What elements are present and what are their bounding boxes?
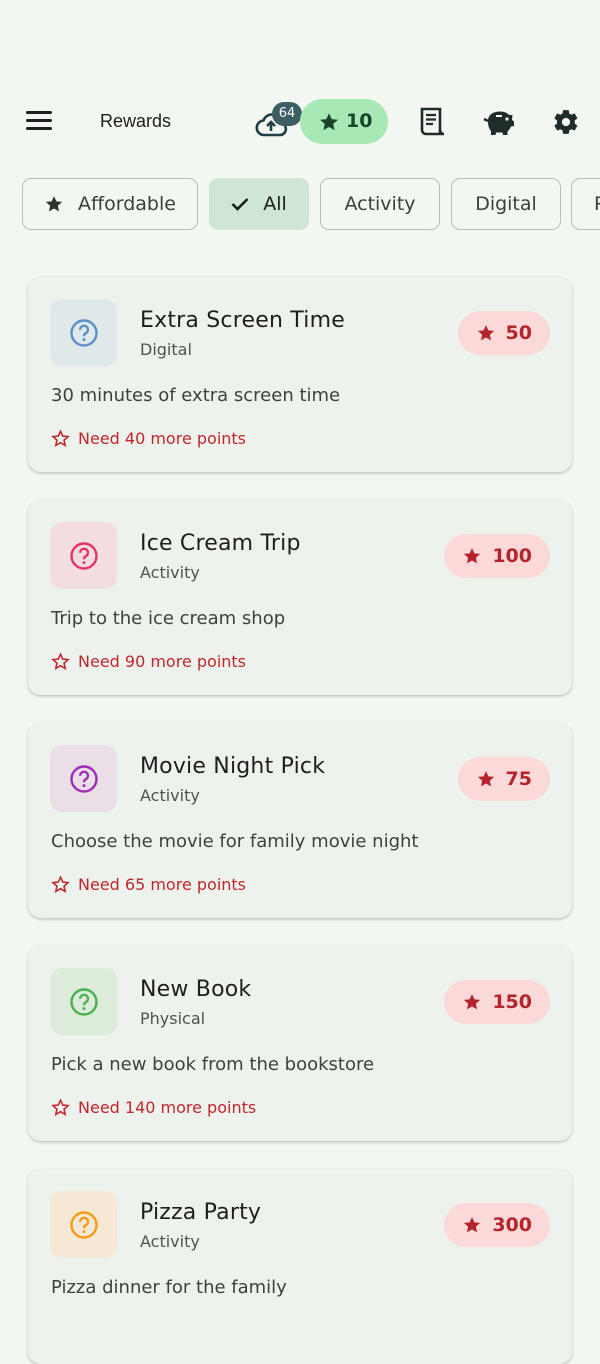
filter-chip-label: All (263, 193, 287, 215)
star-outline-icon (51, 652, 70, 670)
piggy-bank-icon[interactable] (482, 106, 516, 138)
filter-chip-digital[interactable]: Digital (451, 178, 561, 230)
reward-cost-badge: 150 (444, 980, 550, 1024)
star-icon (477, 771, 494, 787)
reward-category: Activity (140, 563, 200, 582)
reward-cost: 50 (505, 322, 532, 344)
filter-chip-activity[interactable]: Activity (320, 178, 440, 230)
help-circle-icon (69, 318, 98, 347)
filter-chip-affordable[interactable]: Affordable (22, 178, 198, 230)
reward-points-needed-text: Need 65 more points (78, 875, 247, 894)
reward-card[interactable]: Pizza Party Activity 300 Pizza dinner fo… (28, 1169, 572, 1364)
reward-points-needed: Need 140 more points (51, 1098, 256, 1117)
filter-chip-label: Affordable (78, 193, 176, 215)
reward-cost: 150 (492, 991, 532, 1013)
reward-icon-box (50, 1191, 117, 1258)
reward-description: Choose the movie for family movie night (51, 831, 419, 852)
reward-card[interactable]: Ice Cream Trip Activity 100 Trip to the … (28, 500, 572, 695)
reward-cost: 100 (492, 545, 532, 567)
reward-category: Physical (140, 1009, 206, 1028)
reward-icon-box (50, 968, 117, 1035)
reward-icon-box (50, 745, 117, 812)
reward-points-needed-text: Need 90 more points (78, 652, 247, 671)
help-circle-icon (69, 541, 98, 570)
reward-description: Trip to the ice cream shop (51, 608, 286, 629)
star-icon (464, 548, 481, 564)
filter-chip-label: Activity (344, 193, 416, 215)
top-app-bar: Rewards 64 10 (0, 96, 600, 148)
reward-points-needed-text: Need 140 more points (78, 1098, 257, 1117)
star-outline-icon (51, 875, 70, 893)
help-circle-icon (69, 764, 98, 793)
reward-cost-badge: 300 (444, 1203, 550, 1247)
star-icon (477, 325, 494, 341)
reward-description: Pizza dinner for the family (51, 1277, 287, 1298)
reward-name: Movie Night Pick (140, 754, 326, 779)
reward-category: Activity (140, 1232, 200, 1251)
points-balance-button[interactable]: 10 (300, 99, 388, 144)
filter-chip-label: Digital (475, 193, 537, 215)
reward-icon-box (50, 299, 117, 366)
star-icon (464, 1217, 481, 1233)
star-outline-icon (51, 429, 70, 447)
reward-points-needed: Need 65 more points (51, 875, 246, 894)
gear-icon[interactable] (549, 106, 583, 138)
filter-chip-label: P (594, 193, 600, 215)
reward-cost-badge: 75 (457, 757, 550, 801)
filter-chip-physical[interactable]: P (571, 178, 600, 230)
reward-name: Extra Screen Time (140, 308, 345, 333)
reward-points-needed-text: Need 40 more points (78, 429, 247, 448)
reward-description: 30 minutes of extra screen time (51, 385, 341, 406)
reward-card[interactable]: Movie Night Pick Activity 75 Choose the … (28, 723, 572, 918)
reward-description: Pick a new book from the bookstore (51, 1054, 375, 1075)
check-icon (231, 198, 249, 211)
reward-category: Digital (140, 340, 192, 359)
help-circle-icon (69, 987, 98, 1016)
receipt-icon[interactable] (415, 106, 449, 138)
sync-button[interactable]: 64 (254, 102, 302, 142)
reward-points-needed: Need 90 more points (51, 652, 246, 671)
page-title: Rewards (100, 111, 172, 131)
reward-card[interactable]: Extra Screen Time Digital 50 30 minutes … (28, 277, 572, 472)
star-icon (320, 113, 338, 131)
star-icon (464, 994, 481, 1010)
sync-count-badge: 64 (272, 102, 302, 126)
reward-name: Ice Cream Trip (140, 531, 301, 556)
reward-points-needed: Need 40 more points (51, 429, 246, 448)
reward-cost: 75 (505, 768, 532, 790)
reward-icon-box (50, 522, 117, 589)
filter-chip-all[interactable]: All (209, 178, 309, 230)
help-circle-icon (69, 1210, 98, 1239)
reward-cost-badge: 50 (457, 311, 550, 355)
filter-chips: Affordable All Activity Digital P (0, 178, 600, 232)
menu-icon[interactable] (22, 106, 56, 138)
reward-category: Activity (140, 786, 200, 805)
reward-card[interactable]: New Book Physical 150 Pick a new book fr… (28, 946, 572, 1141)
reward-cost: 300 (492, 1214, 532, 1236)
star-outline-icon (51, 1098, 70, 1116)
points-balance: 10 (346, 110, 373, 132)
star-icon (45, 196, 63, 212)
reward-name: New Book (140, 977, 252, 1002)
reward-name: Pizza Party (140, 1200, 262, 1225)
reward-cost-badge: 100 (444, 534, 550, 578)
